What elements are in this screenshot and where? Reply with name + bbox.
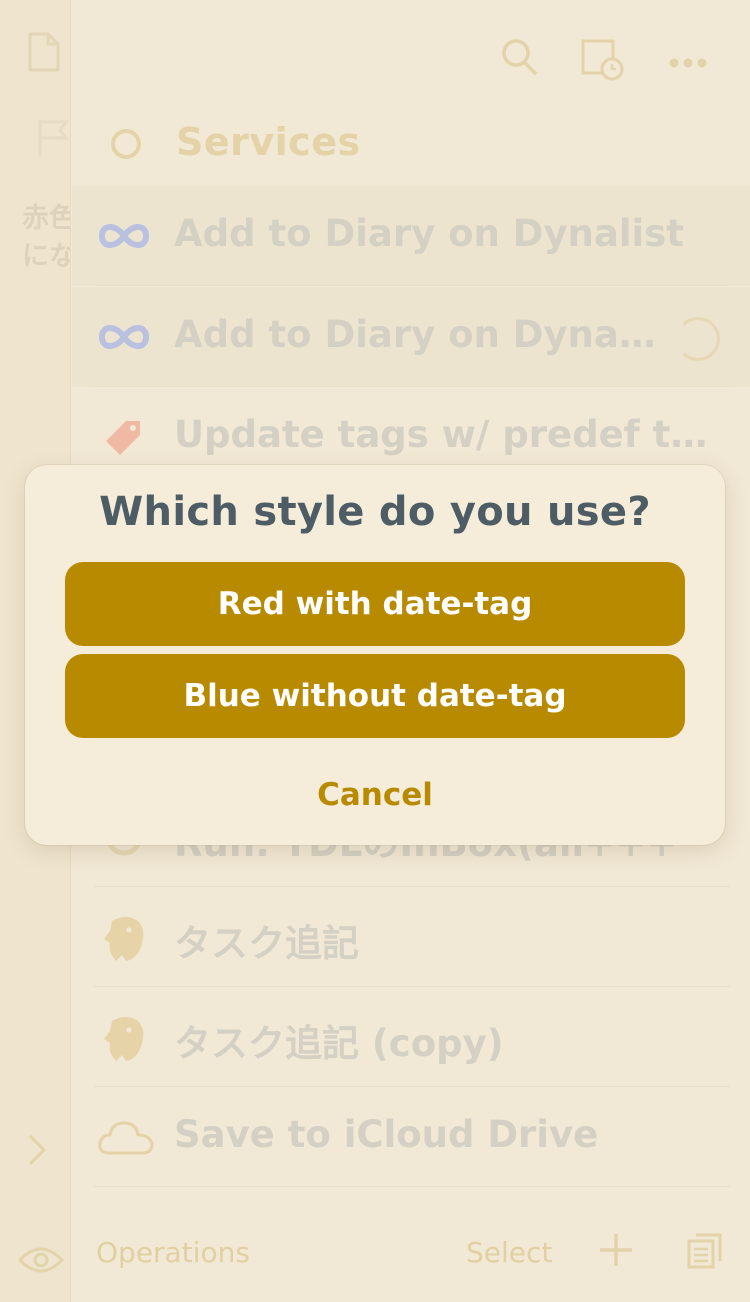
flag-icon[interactable]	[36, 118, 70, 162]
list-item-label: Save to iCloud Drive	[174, 1113, 599, 1156]
dialog-title: Which style do you use?	[99, 489, 651, 535]
sidebar-note-line: 赤色	[22, 203, 70, 234]
list-item-label: Add to Diary on Dynalist	[174, 212, 684, 255]
style-choice-dialog: Which style do you use? Red with date-ta…	[25, 465, 725, 845]
sidebar-note-text: 赤色 にな	[22, 200, 70, 276]
red-with-date-tag-button[interactable]: Red with date-tag	[65, 562, 685, 646]
infinity-icon	[96, 313, 152, 361]
history-icon[interactable]	[580, 36, 626, 86]
add-icon[interactable]	[598, 1232, 634, 1272]
copy-list-icon[interactable]	[686, 1232, 724, 1274]
list-item-label: タスク追記	[174, 922, 359, 965]
sidebar-note-line: にな	[22, 241, 70, 272]
section-title: Services	[176, 120, 361, 164]
eye-icon[interactable]	[17, 1244, 65, 1280]
more-icon[interactable]	[668, 54, 708, 73]
bottom-toolbar: Operations Select	[72, 1200, 750, 1302]
divider	[94, 285, 730, 286]
blue-without-date-tag-button[interactable]: Blue without date-tag	[65, 654, 685, 738]
select-button[interactable]: Select	[466, 1236, 552, 1269]
list-item[interactable]: タスク追記 (copy)	[72, 987, 750, 1087]
cancel-button[interactable]: Cancel	[25, 777, 725, 813]
tag-icon	[96, 413, 152, 461]
list-item[interactable]: Save to iCloud Drive	[72, 1087, 750, 1187]
list-item[interactable]: Add to Diary on Dynalist	[72, 186, 750, 286]
list-item[interactable]: タスク追記	[72, 887, 750, 987]
section-status-circle-icon	[111, 129, 141, 159]
elephant-icon	[96, 913, 152, 961]
divider	[94, 1186, 730, 1187]
elephant-icon	[96, 1013, 152, 1061]
list-item-label: タスク追記 (copy)	[174, 1022, 504, 1065]
document-icon[interactable]	[26, 32, 62, 76]
list-item-label: Update tags w/ predef ta…	[174, 413, 710, 456]
list-item[interactable]: Add to Diary on Dynali…	[72, 287, 750, 387]
loading-spinner-icon	[676, 317, 720, 361]
infinity-icon	[96, 212, 152, 260]
chevron-right-icon[interactable]	[26, 1132, 48, 1172]
search-icon[interactable]	[500, 36, 540, 82]
cloud-icon	[96, 1113, 154, 1161]
operations-link[interactable]: Operations	[96, 1236, 250, 1269]
list-item-label: Add to Diary on Dynali…	[174, 313, 660, 356]
